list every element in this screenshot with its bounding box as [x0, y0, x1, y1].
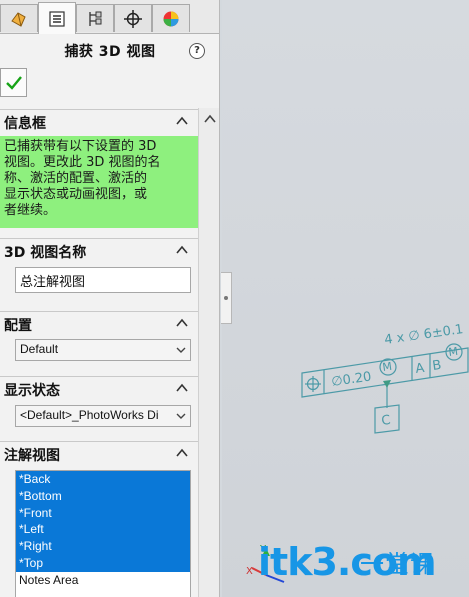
display-state-group-header[interactable]: 显示状态 — [0, 376, 198, 400]
grip-icon — [224, 296, 228, 300]
watermark-logo-cn: 一堂课 — [360, 550, 435, 578]
manager-tabs — [0, 0, 219, 34]
tab-configuration-manager[interactable] — [76, 4, 114, 32]
scroll-up-icon[interactable] — [204, 114, 216, 124]
configuration-group-title: 配置 — [4, 318, 32, 334]
info-line: 称、激活的配置、激活的 — [4, 171, 148, 186]
property-manager-panel: 捕获 3D 视图 ? 信息框 已捕获带有以下设置的 3D 视图。更改此 3D 视… — [0, 0, 220, 597]
annotation-views-list[interactable]: *Back *Bottom *Front *Left *Right *Top N… — [15, 470, 191, 597]
configuration-select[interactable]: Default — [15, 339, 191, 361]
info-group-title: 信息框 — [4, 116, 46, 132]
info-line: 显示状态或动画视图，或 — [4, 187, 148, 202]
view-name-group-header[interactable]: 3D 视图名称 — [0, 238, 198, 262]
tab-property-manager[interactable] — [38, 2, 76, 34]
axis-x-label: X — [246, 566, 253, 577]
configuration-group-header[interactable]: 配置 — [0, 311, 198, 335]
graphics-area[interactable]: 4 x ∅ 6±0.1 ∅0.20 M A B M C X Y — [222, 0, 469, 597]
chevron-down-icon — [176, 413, 186, 419]
annotation-views-group-header[interactable]: 注解视图 — [0, 441, 198, 465]
feature-manager-icon — [11, 11, 26, 27]
property-manager-icon — [49, 10, 65, 27]
info-line: 已捕获带有以下设置的 3D — [4, 139, 157, 154]
chevron-up-icon[interactable] — [176, 245, 188, 255]
chevron-up-icon[interactable] — [176, 318, 188, 328]
panel-collapse-handle[interactable] — [221, 272, 232, 324]
dimxpert-icon — [124, 9, 142, 28]
annotation-views-group-title: 注解视图 — [4, 448, 60, 464]
info-group-header[interactable]: 信息框 — [0, 109, 198, 133]
panel-scrollbar[interactable] — [198, 108, 219, 597]
help-icon[interactable]: ? — [189, 43, 205, 59]
view-name-group-title: 3D 视图名称 — [4, 245, 87, 261]
tab-feature-manager[interactable] — [0, 4, 38, 32]
chevron-up-icon[interactable] — [176, 116, 188, 126]
info-line: 者继续。 — [4, 203, 57, 218]
configuration-selected-value: Default — [20, 342, 59, 356]
configuration-manager-icon — [89, 11, 102, 26]
chevron-up-icon[interactable] — [176, 448, 188, 458]
display-manager-icon — [163, 11, 179, 26]
view-name-input[interactable]: 总注解视图 — [15, 267, 191, 293]
model-view: 4 x ∅ 6±0.1 ∅0.20 M A B M C X Y — [246, 322, 469, 583]
list-item[interactable]: *Top — [16, 554, 190, 572]
datum-a-label: A — [414, 361, 425, 377]
list-item[interactable]: *Bottom — [16, 487, 190, 505]
display-state-group-title: 显示状态 — [4, 383, 60, 399]
datum-b-label: B — [431, 358, 442, 374]
datum-modifier: M — [448, 345, 459, 359]
list-item[interactable]: *Left — [16, 521, 190, 539]
list-item[interactable]: *Right — [16, 538, 190, 555]
list-item[interactable]: Notes Area — [16, 572, 190, 589]
page-title: 捕获 3D 视图 — [64, 44, 156, 60]
chevron-up-icon[interactable] — [176, 383, 188, 393]
list-item[interactable]: *Back — [16, 471, 190, 488]
info-line: 视图。更改此 3D 视图的名 — [4, 155, 161, 170]
display-state-select[interactable]: <Default>_PhotoWorks Di — [15, 405, 191, 427]
checkmark-icon — [5, 75, 22, 90]
tab-display-manager[interactable] — [152, 4, 190, 32]
info-message: 已捕获带有以下设置的 3D 视图。更改此 3D 视图的名 称、激活的配置、激活的… — [0, 136, 198, 228]
list-item[interactable]: *Front — [16, 504, 190, 522]
chevron-down-icon — [176, 347, 186, 353]
tolerance-modifier: M — [382, 360, 393, 374]
ok-button[interactable] — [0, 68, 27, 97]
display-state-selected-value: <Default>_PhotoWorks Di — [20, 408, 159, 422]
tab-dimxpert[interactable] — [114, 4, 152, 32]
datum-feature-label: C — [380, 413, 391, 429]
